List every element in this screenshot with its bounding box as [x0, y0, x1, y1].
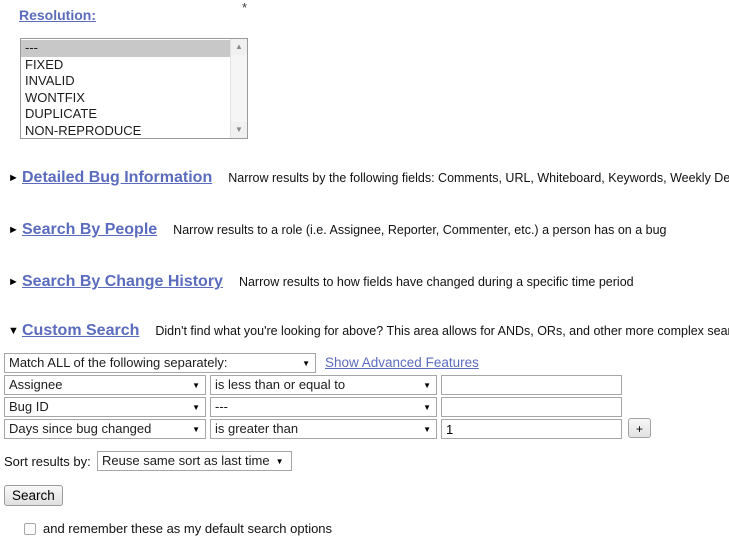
chevron-down-icon: ▼ — [192, 403, 200, 412]
chevron-down-icon: ▼ — [192, 381, 200, 390]
sort-select-value: Reuse same sort as last time — [102, 453, 270, 468]
section-description: Narrow results by the following fields: … — [228, 171, 729, 185]
resolution-option[interactable]: WONTFIX — [21, 90, 230, 107]
section-detailed-bug-information: ► Detailed Bug Information Narrow result… — [8, 166, 729, 190]
section-description: Narrow results to a role (i.e. Assignee,… — [173, 223, 666, 237]
chevron-down-icon: ▼ — [302, 359, 310, 368]
operator-select-row-0[interactable]: is less than or equal to ▼ — [210, 375, 437, 395]
section-title-detailed-bug-information[interactable]: Detailed Bug Information — [22, 169, 218, 187]
resolution-options: --- FIXED INVALID WONTFIX DUPLICATE NON-… — [21, 39, 230, 138]
section-description: Narrow results to how fields have change… — [239, 275, 634, 289]
advanced-search-page: * Resolution: --- FIXED INVALID WONTFIX … — [0, 0, 729, 549]
resolution-label-link[interactable]: Resolution: — [19, 7, 96, 23]
section-search-by-change-history: ► Search By Change History Narrow result… — [8, 270, 729, 294]
field-select-row-2[interactable]: Days since bug changed ▼ — [4, 419, 206, 439]
collapsed-arrow-icon[interactable]: ► — [8, 224, 22, 236]
field-select-value: Bug ID — [9, 399, 49, 414]
value-input-row-1[interactable] — [441, 397, 622, 417]
chevron-down-icon: ▼ — [192, 425, 200, 434]
resolution-option[interactable]: INVALID — [21, 73, 230, 90]
section-search-by-people: ► Search By People Narrow results to a r… — [8, 218, 729, 242]
operator-select-value: is greater than — [215, 421, 298, 436]
expanded-arrow-icon[interactable]: ▼ — [8, 325, 22, 337]
remember-checkbox[interactable] — [24, 523, 36, 535]
operator-select-row-2[interactable]: is greater than ▼ — [210, 419, 437, 439]
required-asterisk: * — [242, 0, 247, 15]
chevron-down-icon: ▼ — [276, 457, 284, 466]
section-description: Didn't find what you're looking for abov… — [155, 324, 729, 338]
sort-select[interactable]: Reuse same sort as last time ▼ — [97, 451, 292, 471]
match-mode-select[interactable]: Match ALL of the following separately: ▼ — [4, 353, 316, 373]
chevron-down-icon: ▼ — [423, 425, 431, 434]
resolution-listbox[interactable]: --- FIXED INVALID WONTFIX DUPLICATE NON-… — [20, 38, 248, 139]
listbox-scrollbar[interactable]: ▲ ▼ — [230, 39, 247, 138]
sort-results-label: Sort results by: — [4, 452, 91, 472]
value-input-row-0[interactable] — [441, 375, 622, 395]
chevron-down-icon: ▼ — [423, 403, 431, 412]
resolution-option[interactable]: NON-REPRODUCE — [21, 123, 230, 139]
add-row-button[interactable]: + — [628, 418, 651, 438]
operator-select-value: --- — [215, 399, 228, 414]
collapsed-arrow-icon[interactable]: ► — [8, 276, 22, 288]
resolution-option[interactable]: FIXED — [21, 57, 230, 74]
resolution-option[interactable]: --- — [21, 40, 230, 57]
show-advanced-features-link[interactable]: Show Advanced Features — [325, 353, 479, 373]
section-title-search-by-people[interactable]: Search By People — [22, 221, 163, 239]
scroll-down-icon[interactable]: ▼ — [231, 122, 247, 138]
resolution-option[interactable]: DUPLICATE — [21, 106, 230, 123]
chevron-down-icon: ▼ — [423, 381, 431, 390]
section-title-custom-search[interactable]: Custom Search — [22, 322, 145, 340]
field-select-row-1[interactable]: Bug ID ▼ — [4, 397, 206, 417]
operator-select-row-1[interactable]: --- ▼ — [210, 397, 437, 417]
remember-label: and remember these as my default search … — [43, 521, 332, 537]
search-button[interactable]: Search — [4, 485, 63, 506]
value-input-row-2[interactable] — [441, 419, 622, 439]
match-mode-value: Match ALL of the following separately: — [9, 355, 227, 370]
operator-select-value: is less than or equal to — [215, 377, 345, 392]
section-title-search-by-change-history[interactable]: Search By Change History — [22, 273, 229, 291]
field-select-value: Days since bug changed — [9, 421, 151, 436]
section-custom-search: ▼ Custom Search Didn't find what you're … — [8, 319, 729, 343]
field-select-value: Assignee — [9, 377, 62, 392]
collapsed-arrow-icon[interactable]: ► — [8, 172, 22, 184]
scroll-up-icon[interactable]: ▲ — [231, 39, 247, 55]
field-select-row-0[interactable]: Assignee ▼ — [4, 375, 206, 395]
